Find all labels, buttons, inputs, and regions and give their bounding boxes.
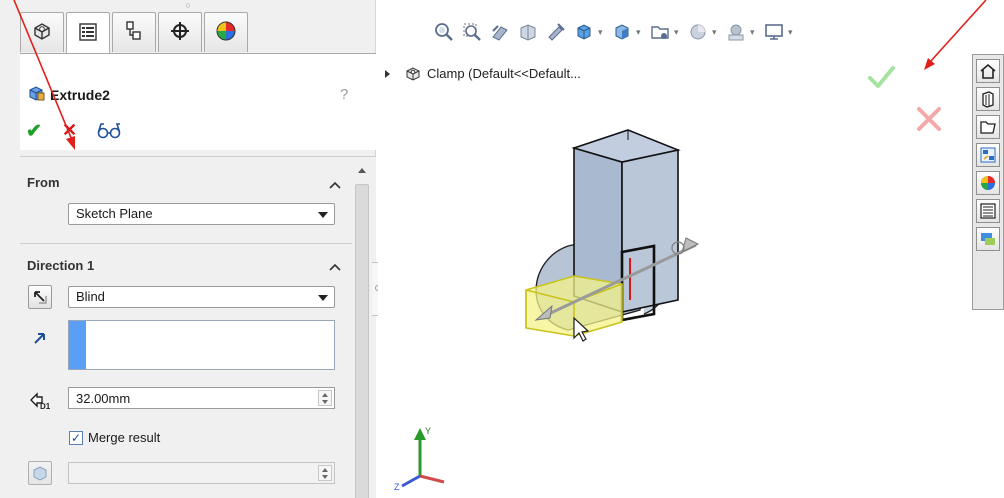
selection-color-swatch [69,321,86,369]
property-manager-panel: ○ Extrude2 ? ✔ ✕ From Sketch Plane Direc… [0,0,376,498]
glasses-icon [97,123,121,139]
property-manager-tab[interactable] [66,12,110,54]
draft-icon [33,466,47,481]
reference-triad: Y Z [394,426,445,492]
feature-title: Extrude2 [50,87,110,103]
panel-grip[interactable]: ○ [0,0,376,10]
ok-button[interactable]: ✔ [26,120,46,142]
feature-manager-tab[interactable] [20,12,64,52]
forum-icon [981,233,995,245]
cancel-button[interactable]: ✕ [62,120,82,140]
task-pane-tabs [972,54,1004,310]
from-dropdown[interactable]: Sketch Plane [68,203,335,225]
depth-value: 32.00mm [76,391,131,406]
property-manager-icon [78,22,98,45]
custom-properties-icon [980,203,996,219]
draft-angle-input [68,462,335,484]
svg-text:D1: D1 [40,402,51,411]
from-collapse-icon[interactable] [327,179,343,191]
merge-result-label: Merge result [88,430,161,445]
view-palette-icon [980,147,996,163]
solidworks-window: ○ Extrude2 ? ✔ ✕ From Sketch Plane Direc… [0,0,1004,498]
direction1-group-title: Direction 1 [27,258,95,273]
merge-result-checkbox[interactable]: ✓ [69,431,83,445]
help-icon[interactable]: ? [340,86,348,103]
scroll-up-icon[interactable] [358,168,366,173]
design-library-icon [982,91,994,108]
end-condition-value: Blind [76,289,105,304]
extrude-feature-icon [28,84,46,102]
dimxpert-tab[interactable] [158,12,202,52]
forum-tab[interactable] [976,227,1000,251]
depth-input[interactable]: 32.00mm [68,387,335,409]
from-value: Sketch Plane [76,206,153,221]
view-palette-tab[interactable] [976,143,1000,167]
depth-spinner[interactable] [318,390,332,406]
design-library-tab[interactable] [976,87,1000,111]
file-explorer-tab[interactable] [976,115,1000,139]
reverse-direction-button[interactable] [28,285,52,309]
depth-icon: D1 [28,389,52,414]
scrollbar-thumb[interactable] [355,184,369,498]
triad-z-label: Z [394,482,400,492]
display-manager-icon [215,20,237,45]
group-divider [20,243,352,244]
direction-vector-icon [32,330,48,349]
configuration-manager-tab[interactable] [112,12,156,52]
panel-scrollbar[interactable] [352,160,372,498]
home-icon [980,63,996,79]
detailed-preview-button[interactable] [96,120,126,140]
triad-y-label: Y [425,426,431,436]
appearances-tab[interactable] [976,171,1000,195]
reverse-direction-icon [34,291,47,304]
direction1-collapse-icon[interactable] [327,261,343,273]
feature-manager-icon [31,20,53,45]
from-group-title: From [27,175,60,190]
end-condition-dropdown[interactable]: Blind [68,286,335,308]
draft-button[interactable] [28,461,52,485]
file-explorer-icon [980,121,996,134]
display-manager-tab[interactable] [204,12,248,52]
chevron-down-icon [318,295,328,301]
home-tab[interactable] [976,59,1000,83]
direction-selection-box[interactable] [68,320,335,370]
property-groups: From Sketch Plane Direction 1 Blind D1 3… [20,156,376,498]
chevron-down-icon [318,212,328,218]
model-preview[interactable] [378,0,1004,498]
configuration-manager-icon [124,20,144,45]
draft-spinner [318,465,332,481]
custom-properties-tab[interactable] [976,199,1000,223]
graphics-area[interactable]: ▾ ▾ ▾ ▾ ▾ ▾ Clamp (Default<<Default... Y… [378,0,1004,498]
feature-header: Extrude2 ? ✔ ✕ [20,54,376,150]
appearances-icon [981,176,995,190]
manager-tabs [20,12,376,54]
dimxpert-icon [169,20,191,45]
